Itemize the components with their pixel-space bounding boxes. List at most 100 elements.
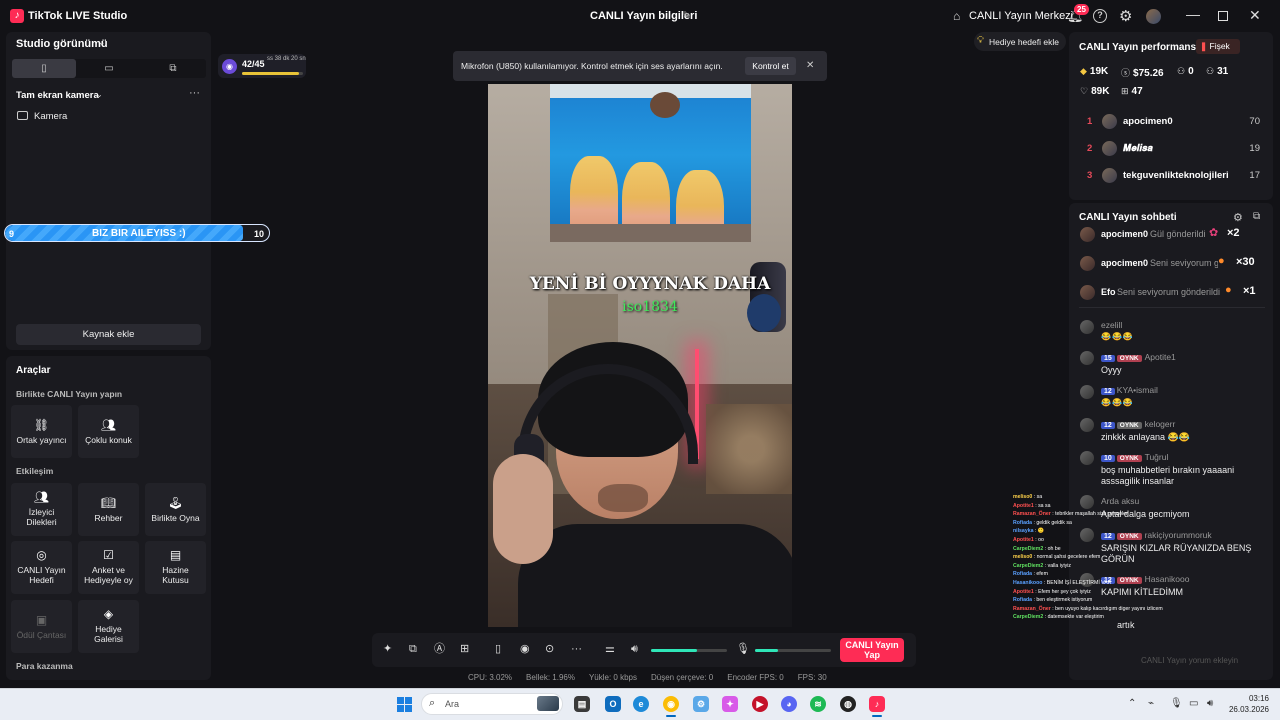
maximize-icon[interactable] [1218,11,1228,21]
add-media-icon[interactable]: ⊞ [460,643,469,655]
taskbar-date[interactable]: 26.03.2026 [1223,705,1269,714]
add-source-button[interactable]: Kaynak ekle [16,324,201,345]
studio-view-title[interactable]: Studio görünümü [16,38,108,50]
app-title: TikTok LIVE Studio [28,10,128,22]
gift-icon: ⊞ [1121,86,1129,96]
overlay-chat-username: Apotite1 [1013,536,1034,543]
microphone-icon[interactable]: 🎙︎ [736,643,750,655]
chevron-down-icon[interactable]: ⌄ [98,37,106,48]
copilot-icon[interactable]: ✦ [722,696,738,712]
multi-guest-tool[interactable]: 👥︎ Çoklu konuk [78,405,139,458]
discord-icon[interactable]: ◕ [781,696,797,712]
live-goal-tool[interactable]: ◎ CANLI Yayın Hedefi [11,541,72,594]
tiktok-live-studio-icon[interactable]: ♪ [869,696,885,712]
screenshot-icon[interactable]: ⊙ [545,643,554,655]
volume-icon[interactable]: 🔊︎ [1207,698,1213,709]
gear-icon[interactable]: ⚙ [1119,7,1132,25]
outlook-icon[interactable]: O [605,696,621,712]
network-wifi-icon[interactable]: ▭ [1189,698,1198,709]
mixer-icon[interactable]: ⚌ [605,643,615,655]
treasure-box-tool[interactable]: ▤ Hazine Kutusu [145,541,206,594]
reward-bag-tool[interactable]: ▣ Ödül Çantası [11,600,72,653]
pool-edge [550,84,751,98]
rank-name[interactable]: 𝑴𝒆𝒍𝒊𝒔𝒂 [1123,143,1153,154]
level-badge: 15 [1101,355,1115,362]
gift-sender[interactable]: apocimen0 [1101,229,1148,239]
avatar[interactable] [1102,114,1117,129]
gift-gallery-tool[interactable]: ◈ Hediye Galerisi [78,600,139,653]
media-player-icon[interactable]: ▶ [752,696,768,712]
viewer-wishes-tool[interactable]: 👥︎ İzleyici Dilekleri [11,483,72,536]
edge-icon[interactable]: e [633,696,649,712]
microphone-icon[interactable]: 🎙︎ [1170,698,1183,709]
gift-sender[interactable]: Efo [1101,287,1116,297]
overlay-chat-username: Hasanikooo [1013,579,1043,586]
chat-input[interactable]: CANLI Yayın yorum ekleyin [1079,652,1251,670]
gift-sender[interactable]: apocimen0 [1101,258,1148,268]
live-center-button[interactable]: CANLI Yayın Merkezi [969,10,1073,22]
close-icon[interactable]: ✕ [1249,7,1261,24]
overlay-chat-line: Hasanikooo : BENİM İŞİ ELEŞTİRMİ VAR [1013,579,1203,588]
stats-bar: CPU: 3.02% Bellek: 1.96% Yükle: 0 kbps D… [468,673,827,682]
taskbar-time[interactable]: 03:16 [1223,694,1269,703]
co-host-tool[interactable]: ⛓ Ortak yayıncı [11,405,72,458]
portrait-button[interactable]: ▯ [12,59,76,78]
chrome-icon[interactable]: ◉ [663,696,679,712]
windows-start-icon[interactable] [397,697,412,712]
dual-view-button[interactable]: ⧉ [141,59,205,78]
magic-wand-icon[interactable]: ✦ [383,643,392,655]
message-username[interactable]: KYA•ismail [1117,385,1158,395]
edit-icon[interactable]: ✎ [682,9,691,22]
popout-icon[interactable]: ⧉ [1253,211,1260,222]
avatar[interactable] [1102,168,1117,183]
avatar[interactable] [1102,141,1117,156]
overlay-chat-text: : sa [1032,494,1043,500]
heart-face-icon: ● [1225,284,1232,296]
lightbulb-icon: 💡︎ [977,35,984,46]
go-live-button[interactable]: CANLI Yayın Yap [840,638,904,662]
effects-icon[interactable]: ⧉ [409,643,417,655]
rank-name[interactable]: tekguvenlikteknolojileri [1123,170,1229,181]
chat-divider [1079,307,1265,308]
more-icon[interactable]: ··· [571,643,582,655]
avatar [1080,451,1094,465]
landscape-button[interactable]: ▭ [77,59,141,78]
phone-icon[interactable]: ▯ [495,643,501,655]
minimize-icon[interactable]: — [1186,6,1200,22]
overlay-chat-username: Ramazan_Öner [1013,605,1051,612]
firework-button[interactable]: ❚ Fişek [1196,39,1240,54]
search-highlight-image [537,696,559,711]
speaker-icon[interactable]: 🔊︎ [631,643,638,655]
gear-icon[interactable]: ⚙ [1233,211,1243,224]
message-username[interactable]: Apotite1 [1145,352,1176,362]
record-icon[interactable]: ◉ [520,643,530,655]
chevron-down-icon[interactable]: ⌄ [96,90,103,99]
poll-tool[interactable]: ☑ Anket ve Hediyeyle oy [78,541,139,594]
message-username[interactable]: kelogerr [1145,419,1176,429]
play-together-tool[interactable]: 🕹︎ Birlikte Oyna [145,483,206,536]
rank-name[interactable]: apocimen0 [1123,116,1173,127]
message-username[interactable]: ezelill [1101,320,1122,330]
overlay-chat-text: : 🙂 [1033,528,1045,535]
spotify-icon[interactable]: ≋ [810,696,826,712]
guide-tool[interactable]: 📖︎ Rehber [78,483,139,536]
scene-title[interactable]: Tam ekran kamera [16,90,99,101]
ai-icon[interactable]: Ⓐ [434,643,445,655]
chevron-up-icon[interactable]: ⌃ [1128,698,1136,709]
overlay-chat-text: : ben uyuyo kalıp kacırdıgım diger yayın… [1050,605,1163,612]
settings-app-icon[interactable]: ⚙ [693,696,709,712]
likes-value: 89K [1091,86,1110,97]
check-button[interactable]: Kontrol et [745,57,796,75]
profile-avatar[interactable] [1146,9,1161,24]
checkbox-icon: ☑ [103,548,114,562]
diamonds-value: 19K [1089,66,1109,77]
help-icon[interactable]: ? [1093,9,1107,23]
more-options-icon[interactable]: ··· [189,87,200,99]
camera-source-label[interactable]: Kamera [34,111,67,122]
fan-tag: OYNK [1116,355,1142,362]
obs-icon[interactable]: ◍ [840,696,856,712]
network-icon[interactable]: ⌁ [1148,698,1154,709]
close-icon[interactable]: ✕ [806,60,814,71]
task-view-icon[interactable]: ▤ [574,696,590,712]
message-username[interactable]: Tuğrul [1145,452,1169,462]
